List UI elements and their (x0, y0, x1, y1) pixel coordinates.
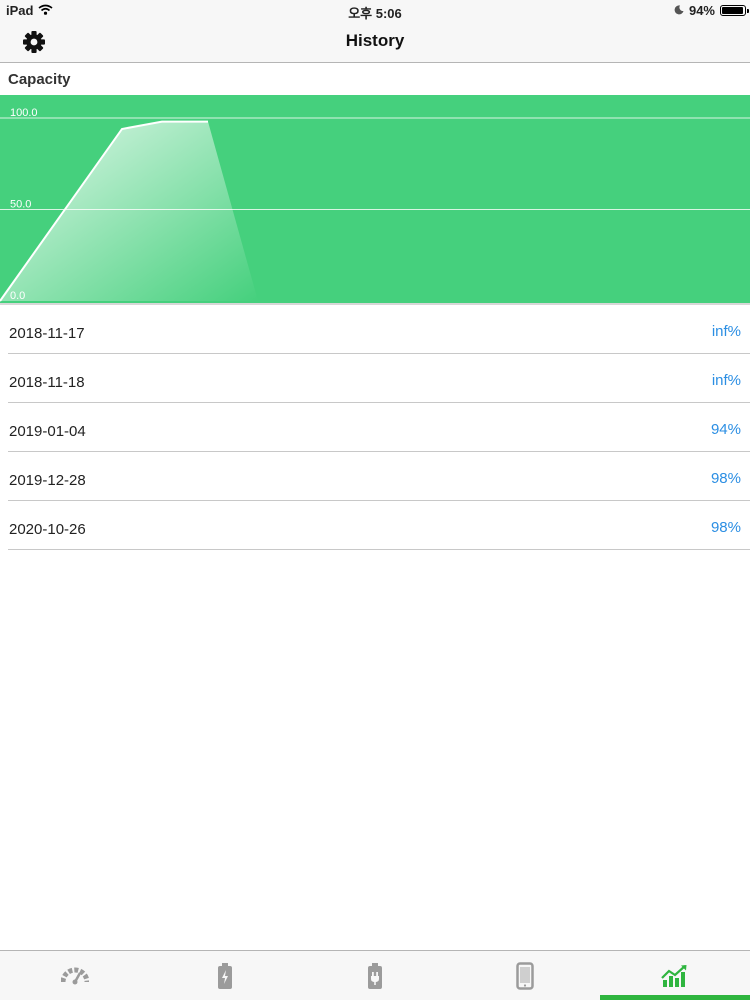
history-value: 94% (710, 421, 741, 438)
history-date: 2018-11-17 (9, 325, 85, 342)
capacity-area (0, 121, 258, 301)
history-date: 2019-12-28 (9, 472, 86, 489)
history-row[interactable]: 2018-11-18 inf% (8, 354, 750, 403)
history-value: inf% (711, 323, 741, 340)
tab-gauge[interactable] (0, 951, 150, 1000)
history-row[interactable]: 2018-11-17 inf% (8, 305, 750, 354)
gauge-icon (61, 967, 89, 984)
history-row[interactable]: 2019-01-04 94% (8, 403, 750, 452)
nav-bar: History (0, 20, 750, 63)
battery-percent: 94% (688, 3, 715, 18)
history-list: 2018-11-17 inf% 2018-11-18 inf% 2019-01-… (0, 305, 750, 550)
y-tick-label: 50.0 (10, 199, 31, 211)
history-row[interactable]: 2019-12-28 98% (8, 452, 750, 501)
history-row[interactable]: 2020-10-26 98% (8, 501, 750, 550)
capacity-chart: 100.0 50.0 0.0 (0, 95, 750, 303)
tab-battery-charging[interactable] (150, 951, 300, 1000)
tab-battery-plug[interactable] (300, 951, 450, 1000)
y-tick-label: 0.0 (10, 290, 25, 302)
battery-charging-icon (218, 962, 232, 989)
tab-device[interactable] (450, 951, 600, 1000)
history-date: 2019-01-04 (9, 423, 86, 440)
battery-level (722, 7, 743, 14)
tab-history[interactable] (600, 951, 750, 1000)
y-tick-label: 100.0 (10, 107, 38, 119)
battery-plug-icon (368, 962, 382, 989)
history-date: 2020-10-26 (9, 521, 86, 538)
history-value: 98% (710, 470, 741, 487)
tablet-icon (516, 961, 534, 990)
status-bar: iPad 오후 5:06 94% (0, 0, 750, 21)
capacity-chart-svg: 100.0 50.0 0.0 (0, 107, 750, 302)
history-date: 2018-11-18 (9, 374, 85, 391)
history-value: inf% (711, 372, 741, 389)
battery-icon (720, 5, 749, 16)
page-title: History (345, 31, 405, 50)
trend-chart-icon (661, 964, 687, 987)
tab-bar (0, 950, 750, 1000)
moon-icon (674, 3, 684, 18)
section-title: Capacity (8, 71, 71, 88)
status-right: 94% (674, 3, 749, 18)
history-value: 98% (710, 519, 741, 536)
